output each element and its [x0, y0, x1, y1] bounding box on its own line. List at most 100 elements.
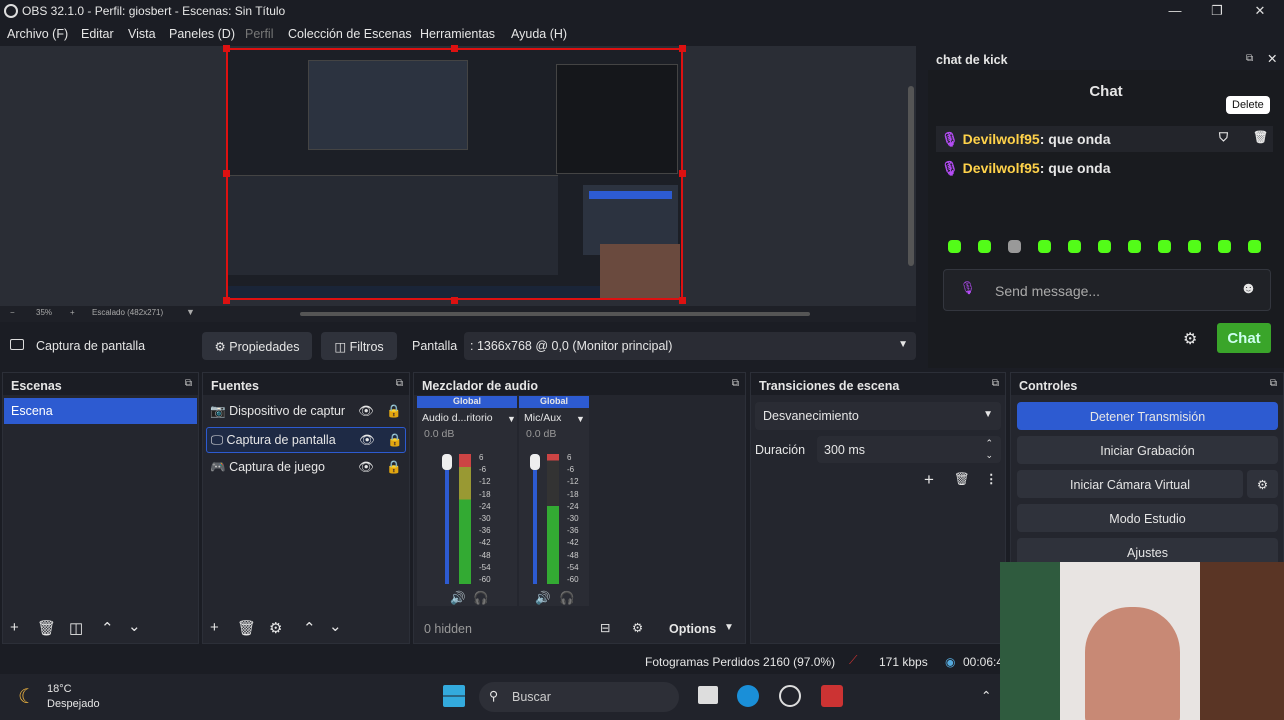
resize-handle[interactable] — [451, 297, 458, 304]
filters-button[interactable]: ◫ Filtros — [321, 332, 397, 360]
taskbar-search[interactable]: ⚲ Buscar — [479, 682, 679, 712]
eye-icon[interactable]: 👁 — [358, 404, 374, 419]
virtual-camera-button[interactable]: Iniciar Cámara Virtual — [1017, 470, 1243, 498]
chevron-down-icon[interactable]: ⌄ — [329, 617, 342, 635]
weather-desc[interactable]: Despejado — [47, 698, 100, 710]
layout-icon[interactable]: ⊟ — [600, 620, 610, 635]
emote-icon[interactable] — [1218, 240, 1231, 253]
resize-handle[interactable] — [679, 297, 686, 304]
chevron-up-icon[interactable]: ⌃ — [101, 619, 114, 637]
resize-handle[interactable] — [223, 170, 230, 177]
emote-icon[interactable] — [1128, 240, 1141, 253]
duration-input[interactable]: 300 ms ⌃ ⌄ — [817, 436, 1001, 463]
chevron-down-icon[interactable]: ▼ — [576, 414, 585, 424]
headphones-icon[interactable]: 🎧 — [473, 591, 489, 606]
edge-icon[interactable] — [737, 685, 759, 707]
resize-handle[interactable] — [679, 45, 686, 52]
undock-icon[interactable]: ⧉ — [732, 378, 739, 389]
trash-icon[interactable]: 🗑 — [37, 619, 56, 637]
emote-icon[interactable] — [1188, 240, 1201, 253]
gear-icon[interactable]: ⚙ — [269, 619, 282, 637]
speaker-icon[interactable]: 🔊 — [450, 591, 466, 606]
chat-username[interactable]: Devilwolf95 — [963, 160, 1040, 176]
emote-icon[interactable] — [1098, 240, 1111, 253]
add-icon[interactable]: + — [10, 619, 19, 636]
resize-handle[interactable] — [223, 45, 230, 52]
spin-arrows-icon[interactable]: ⌃ ⌄ — [985, 437, 993, 461]
source-item[interactable]: 📷 Dispositivo de captur 👁 🔒 — [206, 399, 406, 425]
zoom-out-button[interactable]: − — [10, 308, 15, 317]
speaker-icon[interactable]: 🔊 — [535, 591, 551, 606]
close-button[interactable]: ✕ — [1245, 2, 1275, 20]
chevron-up-icon[interactable]: ⌃ — [303, 619, 316, 637]
trash-icon[interactable]: 🗑 — [1253, 130, 1268, 144]
display-select[interactable]: : 1366x768 @ 0,0 (Monitor principal) ▼ — [464, 332, 916, 360]
channel-name[interactable]: Audio d...ritorio — [417, 408, 517, 428]
chat-message[interactable]: 🎙 Devilwolf95: que onda ⛉ 🗑 — [936, 126, 1273, 152]
scene-item[interactable]: Escena — [4, 398, 197, 424]
weather-temp[interactable]: 18°C — [47, 683, 72, 695]
resize-handle[interactable] — [223, 297, 230, 304]
chevron-down-icon[interactable]: ▼ — [507, 414, 516, 424]
undock-icon[interactable]: ⧉ — [992, 378, 999, 389]
emote-icon[interactable] — [1038, 240, 1051, 253]
eye-icon[interactable]: 👁 — [359, 433, 375, 448]
gear-icon[interactable]: ⚙ — [1183, 329, 1197, 349]
undock-icon[interactable]: ⧉ — [1270, 378, 1277, 389]
trash-icon[interactable]: 🗑 — [954, 472, 970, 487]
menu-paneles[interactable]: Paneles (D) — [169, 27, 235, 41]
chat-send-button[interactable]: Chat — [1217, 323, 1271, 353]
lock-icon[interactable]: 🔒 — [387, 433, 403, 448]
menu-editar[interactable]: Editar — [81, 27, 114, 41]
filter-icon[interactable]: ◫ — [69, 619, 83, 637]
source-item[interactable]: 🎮 Captura de juego 👁 🔒 — [206, 455, 406, 481]
emote-icon[interactable] — [1068, 240, 1081, 253]
emote-icon[interactable] — [948, 240, 961, 253]
resize-handle[interactable] — [679, 170, 686, 177]
preview-hscrollbar[interactable] — [300, 312, 810, 316]
preview-vscrollbar[interactable] — [908, 86, 914, 266]
resize-handle[interactable] — [451, 45, 458, 52]
add-icon[interactable]: + — [924, 470, 934, 490]
chevron-down-icon[interactable]: ▼ — [724, 622, 734, 633]
virtual-camera-settings-button[interactable]: ⚙ — [1247, 470, 1278, 498]
shield-icon[interactable]: ⛉ — [1219, 130, 1228, 145]
emote-icon[interactable] — [1158, 240, 1171, 253]
eye-icon[interactable]: 👁 — [358, 460, 374, 475]
volume-handle[interactable] — [442, 454, 452, 470]
close-icon[interactable]: ✕ — [1267, 51, 1277, 66]
menu-vista[interactable]: Vista — [128, 27, 156, 41]
tray-chevron-icon[interactable]: ⌃ — [981, 688, 991, 703]
undock-icon[interactable]: ⧉ — [1246, 53, 1253, 64]
app-taskbar-icon[interactable] — [821, 685, 843, 707]
emote-icon[interactable] — [978, 240, 991, 253]
obs-taskbar-icon[interactable] — [779, 685, 801, 707]
preview-canvas[interactable] — [226, 48, 683, 300]
zoom-in-button[interactable]: + — [70, 308, 75, 317]
studio-mode-button[interactable]: Modo Estudio — [1017, 504, 1278, 532]
maximize-button[interactable]: ❐ — [1202, 2, 1232, 20]
source-item[interactable]: 🖵 Captura de pantalla 👁 🔒 — [206, 427, 406, 453]
lock-icon[interactable]: 🔒 — [386, 460, 402, 475]
undock-icon[interactable]: ⧉ — [396, 378, 403, 389]
options-button[interactable]: Options — [669, 622, 716, 636]
chevron-down-icon[interactable]: ⌄ — [128, 617, 141, 635]
stop-stream-button[interactable]: Detener Transmisión — [1017, 402, 1278, 430]
undock-icon[interactable]: ⧉ — [185, 378, 192, 389]
scale-dropdown-icon[interactable]: ▼ — [186, 307, 195, 317]
emote-icon[interactable] — [1248, 240, 1261, 253]
volume-slider[interactable] — [533, 454, 537, 584]
headphones-icon[interactable]: 🎧 — [559, 591, 575, 606]
chat-message[interactable]: 🎙 Devilwolf95: que onda — [936, 155, 1273, 181]
windows-start-icon[interactable] — [443, 685, 465, 707]
menu-ayuda[interactable]: Ayuda (H) — [511, 27, 567, 41]
minimize-button[interactable]: — — [1160, 2, 1190, 20]
message-input[interactable]: 🎙 Send message... ☻ — [943, 269, 1271, 311]
menu-archivo[interactable]: Archivo (F) — [7, 27, 68, 41]
add-icon[interactable]: + — [210, 619, 219, 636]
trash-icon[interactable]: 🗑 — [237, 619, 256, 637]
chat-username[interactable]: Devilwolf95 — [963, 131, 1040, 147]
transition-select[interactable]: Desvanecimiento ▼ — [755, 402, 1001, 430]
menu-coleccion-escenas[interactable]: Colección de Escenas — [288, 27, 412, 41]
volume-handle[interactable] — [530, 454, 540, 470]
